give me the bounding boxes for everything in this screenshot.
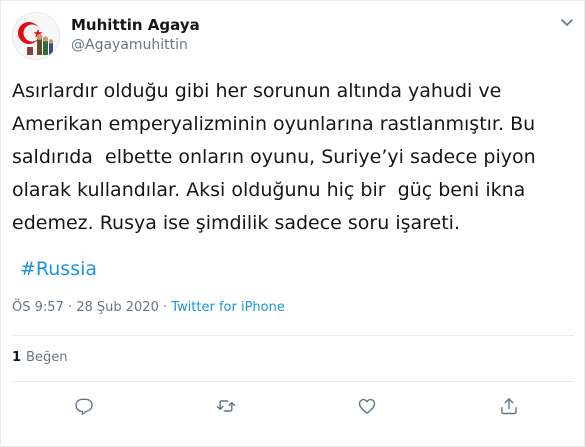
tweet-card: Muhittin Agaya @Agayamuhittin Asırlardır… (0, 0, 585, 447)
avatar[interactable] (12, 12, 60, 60)
tweet-timestamp[interactable]: ÖS 9:57 · 28 Şub 2020 · (12, 300, 171, 315)
tweet-text: Asırlardır olduğu gibi her sorunun altın… (12, 80, 536, 234)
tweet-meta: ÖS 9:57 · 28 Şub 2020 · Twitter for iPho… (12, 300, 285, 315)
reply-icon (75, 398, 93, 415)
tweet-source-link[interactable]: Twitter for iPhone (171, 300, 285, 315)
heart-icon (358, 398, 376, 414)
author-display-name[interactable]: Muhittin Agaya (71, 16, 200, 34)
avatar-flag-icon (13, 13, 59, 59)
divider (12, 335, 574, 336)
share-icon (501, 398, 517, 415)
hashtag-link[interactable]: #Russia (20, 258, 97, 280)
like-count: 1 (12, 350, 22, 365)
chevron-down-icon[interactable] (559, 14, 575, 30)
author-handle[interactable]: @Agayamuhittin (71, 37, 188, 53)
share-button[interactable] (498, 395, 520, 417)
like-label: Beğen (26, 350, 68, 365)
retweet-icon (216, 400, 236, 412)
divider (12, 381, 574, 382)
like-stats[interactable]: 1 Beğen (12, 350, 67, 365)
retweet-button[interactable] (215, 395, 237, 417)
like-button[interactable] (356, 395, 378, 417)
reply-button[interactable] (73, 395, 95, 417)
